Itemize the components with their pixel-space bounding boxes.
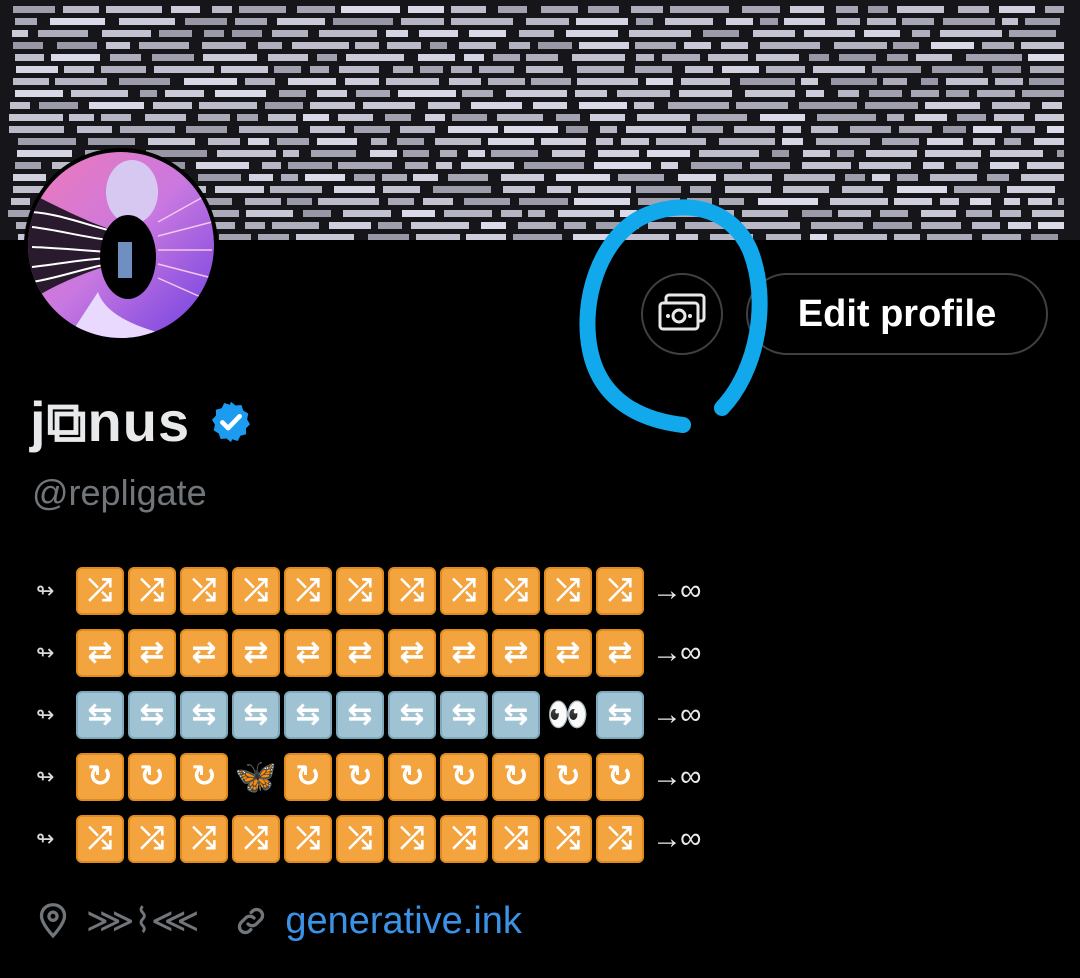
bio-row-suffix: →∞ [652,636,701,669]
shuffle-tile: ⤮ [76,815,124,863]
shuffle-tile: ⤮ [596,567,644,615]
cycle-arrows-tile: ⇆ [232,691,280,739]
profile-meta-row: ⋙⌇⋘ generative.ink [36,896,522,946]
repeat-tile: ⇄ [128,629,176,677]
bio-row: ↬ ⇆ ⇆ ⇆ ⇆ ⇆ ⇆ ⇆ ⇆ ⇆ 👀 ⇆ →∞ [36,684,701,746]
repeat-once-tile: ↻ [284,753,332,801]
repeat-tile: ⇄ [232,629,280,677]
shuffle-tile: ⤮ [440,815,488,863]
cycle-arrows-tile: ⇆ [388,691,436,739]
repeat-once-tile: ↻ [128,753,176,801]
bio-row-prefix: ↬ [36,578,55,603]
bio-row-prefix: ↬ [36,702,55,727]
shuffle-tile: ⤮ [336,815,384,863]
location-pin-icon [39,903,67,939]
cycle-arrows-tile: ⇆ [596,691,644,739]
repeat-tile: ⇄ [596,629,644,677]
bio-row-suffix: →∞ [652,822,701,855]
shuffle-tile: ⤮ [388,815,436,863]
bio-row: ↬ ⇄ ⇄ ⇄ ⇄ ⇄ ⇄ ⇄ ⇄ ⇄ ⇄ ⇄ →∞ [36,622,701,684]
bio-row-suffix: →∞ [652,574,701,607]
shuffle-tile: ⤮ [388,567,436,615]
bio-row-prefix: ↬ [36,640,55,665]
shuffle-tile: ⤮ [180,567,228,615]
repeat-tile: ⇄ [388,629,436,677]
cycle-arrows-tile: ⇆ [128,691,176,739]
bio-row: ↬ ↻ ↻ ↻ 🦋 ↻ ↻ ↻ ↻ ↻ ↻ ↻ →∞ [36,746,701,808]
verified-badge-icon[interactable] [208,399,254,445]
money-icon [658,293,706,331]
repeat-once-tile: ↻ [544,753,592,801]
cycle-arrows-tile: ⇆ [492,691,540,739]
cycle-arrows-tile: ⇆ [76,691,124,739]
cycle-arrows-tile: ⇆ [180,691,228,739]
bio-row-suffix: →∞ [652,760,701,793]
shuffle-tile: ⤮ [336,567,384,615]
repeat-once-tile: ↻ [76,753,124,801]
bio-row-suffix: →∞ [652,698,701,731]
bio-row-prefix: ↬ [36,764,55,789]
profile-bio: ↬ ⤮ ⤮ ⤮ ⤮ ⤮ ⤮ ⤮ ⤮ ⤮ ⤮ ⤮ →∞ ↬ ⇄ ⇄ ⇄ ⇄ ⇄ ⇄ ⇄ ⇄ ⇄ ⇄ ⇄ →∞ ↬ ⇆ ⇆ ⇆ ⇆ ⇆ ⇆ ⇆ ⇆ ⇆ 👀 ⇆… [36,560,701,870]
repeat-tile: ⇄ [180,629,228,677]
eyes-emoji: 👀 [546,696,590,734]
avatar[interactable] [24,148,218,342]
repeat-once-tile: ↻ [388,753,436,801]
repeat-once-tile: ↻ [180,753,228,801]
display-name: j⧉nus [30,389,191,453]
shuffle-tile: ⤮ [232,815,280,863]
profile-website-link[interactable]: generative.ink [285,900,522,943]
shuffle-tile: ⤮ [544,567,592,615]
repeat-tile: ⇄ [440,629,488,677]
bio-row: ↬ ⤮ ⤮ ⤮ ⤮ ⤮ ⤮ ⤮ ⤮ ⤮ ⤮ ⤮ →∞ [36,808,701,870]
repeat-tile: ⇄ [544,629,592,677]
repeat-tile: ⇄ [76,629,124,677]
avatar-image [28,152,214,338]
shuffle-tile: ⤮ [180,815,228,863]
repeat-once-tile: ↻ [440,753,488,801]
profile-location: ⋙⌇⋘ [86,902,200,940]
repeat-tile: ⇄ [492,629,540,677]
shuffle-tile: ⤮ [128,815,176,863]
profile-handle: @repligate [32,472,207,513]
repeat-tile: ⇄ [284,629,332,677]
shuffle-tile: ⤮ [544,815,592,863]
cycle-arrows-tile: ⇆ [336,691,384,739]
repeat-tile: ⇄ [336,629,384,677]
cycle-arrows-tile: ⇆ [440,691,488,739]
shuffle-tile: ⤮ [232,567,280,615]
shuffle-tile: ⤮ [284,567,332,615]
bio-row-prefix: ↬ [36,826,55,851]
shuffle-tile: ⤮ [492,815,540,863]
display-name-row: j⧉nus [30,390,254,453]
shuffle-tile: ⤮ [492,567,540,615]
link-icon [238,907,265,935]
repeat-once-tile: ↻ [596,753,644,801]
bio-row: ↬ ⤮ ⤮ ⤮ ⤮ ⤮ ⤮ ⤮ ⤮ ⤮ ⤮ ⤮ →∞ [36,560,701,622]
shuffle-tile: ⤮ [284,815,332,863]
cycle-arrows-tile: ⇆ [284,691,332,739]
shuffle-tile: ⤮ [76,567,124,615]
shuffle-tile: ⤮ [128,567,176,615]
repeat-once-tile: ↻ [336,753,384,801]
edit-profile-button[interactable]: Edit profile [746,273,1048,355]
butterfly-emoji: 🦋 [234,758,278,796]
money-button[interactable] [641,273,723,355]
shuffle-tile: ⤮ [440,567,488,615]
repeat-once-tile: ↻ [492,753,540,801]
shuffle-tile: ⤮ [596,815,644,863]
